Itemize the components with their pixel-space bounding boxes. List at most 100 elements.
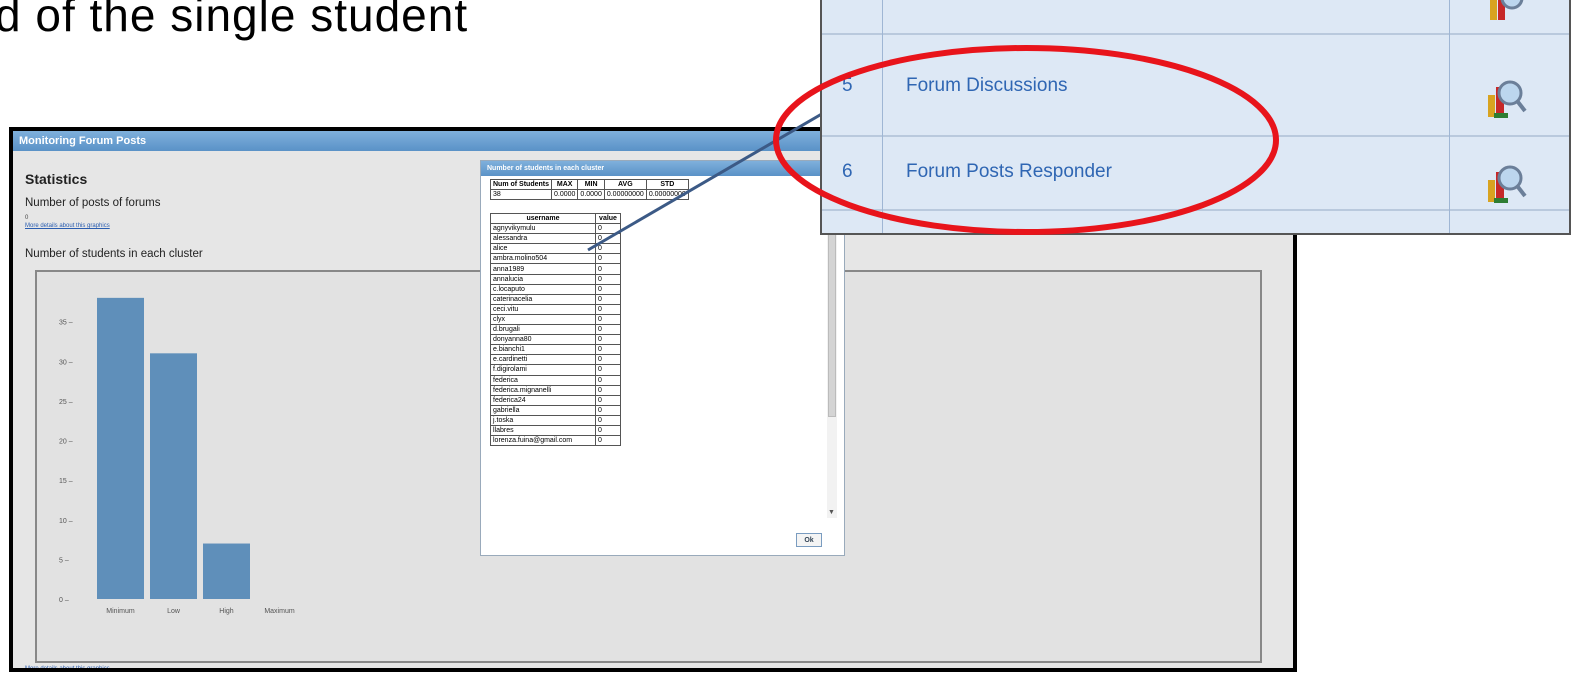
summary-value: 38 — [490, 189, 552, 200]
zoom-row-5[interactable]: 5 Forum Discussions — [822, 35, 1569, 135]
table-row: e.bianchi1 0 — [490, 344, 621, 356]
x-tick-label: Low — [167, 608, 181, 615]
summary-header: STD — [645, 179, 689, 190]
bar-low — [150, 353, 197, 599]
summary-table: Num of Students MAX MIN AVG STD 38 0.0000 0.00… — [490, 179, 689, 200]
summary-value: 0.00000000 — [645, 189, 689, 200]
username-header: username — [490, 213, 596, 225]
value-cell: 0 — [595, 283, 621, 295]
posts-heading: Number of posts of forums — [25, 197, 161, 209]
y-tick-label: 0 – — [59, 597, 69, 604]
magnifier-chart-icon[interactable] — [1482, 0, 1528, 26]
username-cell: e.bianchi1 — [490, 344, 596, 356]
value-cell: 0 — [595, 435, 621, 447]
magnifier-chart-icon[interactable] — [1482, 160, 1528, 206]
username-cell: annalucia — [490, 273, 596, 285]
table-row: federica24 0 — [490, 394, 621, 406]
dialog-title: Number of students in each cluster — [481, 161, 844, 176]
username-cell: federica — [490, 374, 596, 386]
table-row: ceci.vitu 0 — [490, 303, 621, 315]
value-cell: 0 — [595, 404, 621, 416]
table-row: e.cardinetti 0 — [490, 354, 621, 366]
value-cell: 0 — [595, 233, 621, 245]
username-cell: e.cardinetti — [490, 354, 596, 366]
y-tick-label: 5 – — [59, 557, 69, 564]
table-row: federica.mignanelli 0 — [490, 384, 621, 396]
details-link-bottom[interactable]: More details about this graphics — [25, 666, 110, 668]
x-tick-label: Minimum — [106, 608, 135, 615]
user-list[interactable]: username value agnyvikymulu 0 alessandra 0 a… — [490, 213, 622, 515]
statistics-heading: Statistics — [25, 171, 88, 187]
table-row: j.toska 0 — [490, 414, 621, 426]
zoom-callout: 5 Forum Discussions 6 Forum Posts Respon… — [820, 0, 1571, 235]
username-cell: federica24 — [490, 394, 596, 406]
value-cell: 0 — [595, 243, 621, 255]
user-table: username value agnyvikymulu 0 alessandra 0 a… — [490, 213, 621, 447]
table-row: ambra.molino504 0 — [490, 253, 621, 265]
row-number: 5 — [842, 75, 853, 96]
summary-value: 0.0000 — [577, 189, 605, 200]
username-cell: donyanna80 — [490, 334, 596, 346]
value-cell: 0 — [595, 263, 621, 275]
zoom-row-partial — [822, 211, 1569, 233]
row-label[interactable]: Forum Discussions — [906, 75, 1068, 97]
table-row: annalucia 0 — [490, 273, 621, 285]
column-divider — [882, 0, 883, 233]
cluster-heading: Number of students in each cluster — [25, 248, 203, 260]
value-cell: 0 — [595, 344, 621, 356]
username-cell: alice — [490, 243, 596, 255]
value-cell: 0 — [595, 384, 621, 396]
y-tick-label: 30 – — [59, 359, 73, 366]
value-cell: 0 — [595, 354, 621, 366]
posts-value: 0 — [25, 215, 29, 221]
username-cell: caterinacelia — [490, 293, 596, 305]
bar-minimum — [97, 297, 144, 599]
summary-header: Num of Students — [490, 179, 552, 190]
table-row: lorenza.fuina@gmail.com 0 — [490, 435, 621, 447]
table-row: caterinacelia 0 — [490, 293, 621, 305]
value-cell: 0 — [595, 303, 621, 315]
summary-header: AVG — [603, 179, 647, 190]
table-row: llabres 0 — [490, 424, 621, 437]
cluster-dialog: Number of students in each cluster Num o… — [480, 160, 845, 556]
username-cell: c.locaputo — [490, 283, 596, 295]
row-label[interactable]: Forum Posts Responder — [906, 161, 1112, 183]
table-row: clyx 0 — [490, 313, 621, 326]
value-cell: 0 — [595, 253, 621, 265]
table-row: anna1989 0 — [490, 263, 621, 275]
username-cell: f.digirolami — [490, 364, 596, 376]
y-tick-label: 35 – — [59, 320, 73, 327]
scroll-down-icon[interactable]: ▼ — [828, 509, 835, 516]
value-cell: 0 — [595, 223, 621, 235]
bar-high — [203, 543, 250, 599]
username-cell: alessandra — [490, 233, 596, 245]
table-row: donyanna80 0 — [490, 334, 621, 346]
x-tick-label: Maximum — [264, 608, 295, 615]
table-row: gabriella 0 — [490, 404, 621, 416]
username-cell: anna1989 — [490, 263, 596, 275]
value-cell: 0 — [595, 293, 621, 305]
value-header: value — [595, 213, 621, 225]
table-row: d.brugali 0 — [490, 324, 621, 336]
y-tick-label: 15 – — [59, 478, 73, 485]
details-link-top[interactable]: More details about this graphics — [25, 223, 110, 229]
x-tick-label: High — [219, 608, 234, 615]
summary-value: 0.00000000 — [603, 189, 647, 200]
username-cell: agnyvikymulu — [490, 223, 596, 235]
username-cell: federica.mignanelli — [490, 384, 596, 396]
value-cell: 0 — [595, 364, 621, 376]
table-row: f.digirolami 0 — [490, 364, 621, 376]
value-cell: 0 — [595, 424, 621, 437]
username-cell: j.toska — [490, 414, 596, 426]
magnifier-chart-icon[interactable] — [1482, 75, 1528, 121]
value-cell: 0 — [595, 324, 621, 336]
summary-value: 0.0000 — [550, 189, 579, 200]
zoom-row-6[interactable]: 6 Forum Posts Responder — [822, 137, 1569, 209]
username-cell: llabres — [490, 424, 596, 437]
value-cell: 0 — [595, 334, 621, 346]
summary-header: MAX — [550, 179, 579, 190]
row-number: 6 — [842, 161, 853, 182]
value-cell: 0 — [595, 273, 621, 285]
value-cell: 0 — [595, 394, 621, 406]
ok-button[interactable]: Ok — [796, 533, 822, 547]
